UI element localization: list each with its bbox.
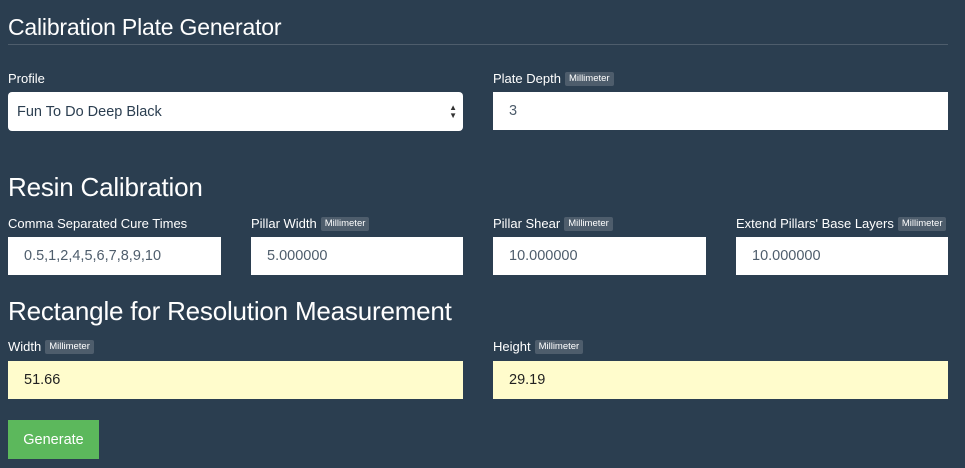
height-label-text: Height [493,339,531,354]
plate-depth-label: Plate Depth Millimeter [493,71,614,87]
rectangle-heading: Rectangle for Resolution Measurement [8,296,452,326]
plate-depth-input[interactable] [493,92,948,130]
cure-times-input[interactable] [8,237,221,275]
height-label: Height Millimeter [493,339,584,355]
pillar-width-label: Pillar Width Millimeter [251,216,370,232]
generate-button[interactable]: Generate [8,420,99,459]
extend-base-layers-label-text: Extend Pillars' Base Layers [736,216,894,231]
page-title: Calibration Plate Generator [8,14,282,40]
pillar-shear-label-text: Pillar Shear [493,216,561,231]
width-label: Width Millimeter [8,339,94,355]
unit-badge: Millimeter [897,217,947,231]
title-divider [8,44,948,45]
unit-badge: Millimeter [564,72,614,86]
pillar-width-input[interactable] [251,237,463,275]
extend-base-layers-label: Extend Pillars' Base Layers Millimeter [736,216,947,232]
width-input[interactable] [8,361,463,399]
plate-depth-label-text: Plate Depth [493,71,561,86]
profile-selected-value: Fun To Do Deep Black [17,103,162,120]
profile-label-text: Profile [8,71,45,86]
profile-select[interactable]: Fun To Do Deep Black ▲ ▼ [8,92,463,131]
cure-times-label: Comma Separated Cure Times [8,216,187,232]
resin-calibration-heading: Resin Calibration [8,172,203,202]
unit-badge: Millimeter [45,340,94,354]
unit-badge: Millimeter [564,217,613,231]
height-input[interactable] [493,361,948,399]
pillar-width-label-text: Pillar Width [251,216,317,231]
width-label-text: Width [8,339,42,354]
pillar-shear-input[interactable] [493,237,706,275]
unit-badge: Millimeter [320,217,370,231]
select-arrows-icon: ▲ ▼ [449,103,457,120]
unit-badge: Millimeter [534,340,584,354]
cure-times-label-text: Comma Separated Cure Times [8,216,188,231]
pillar-shear-label: Pillar Shear Millimeter [493,216,613,232]
profile-label: Profile [8,71,45,87]
extend-base-layers-input[interactable] [736,237,948,275]
